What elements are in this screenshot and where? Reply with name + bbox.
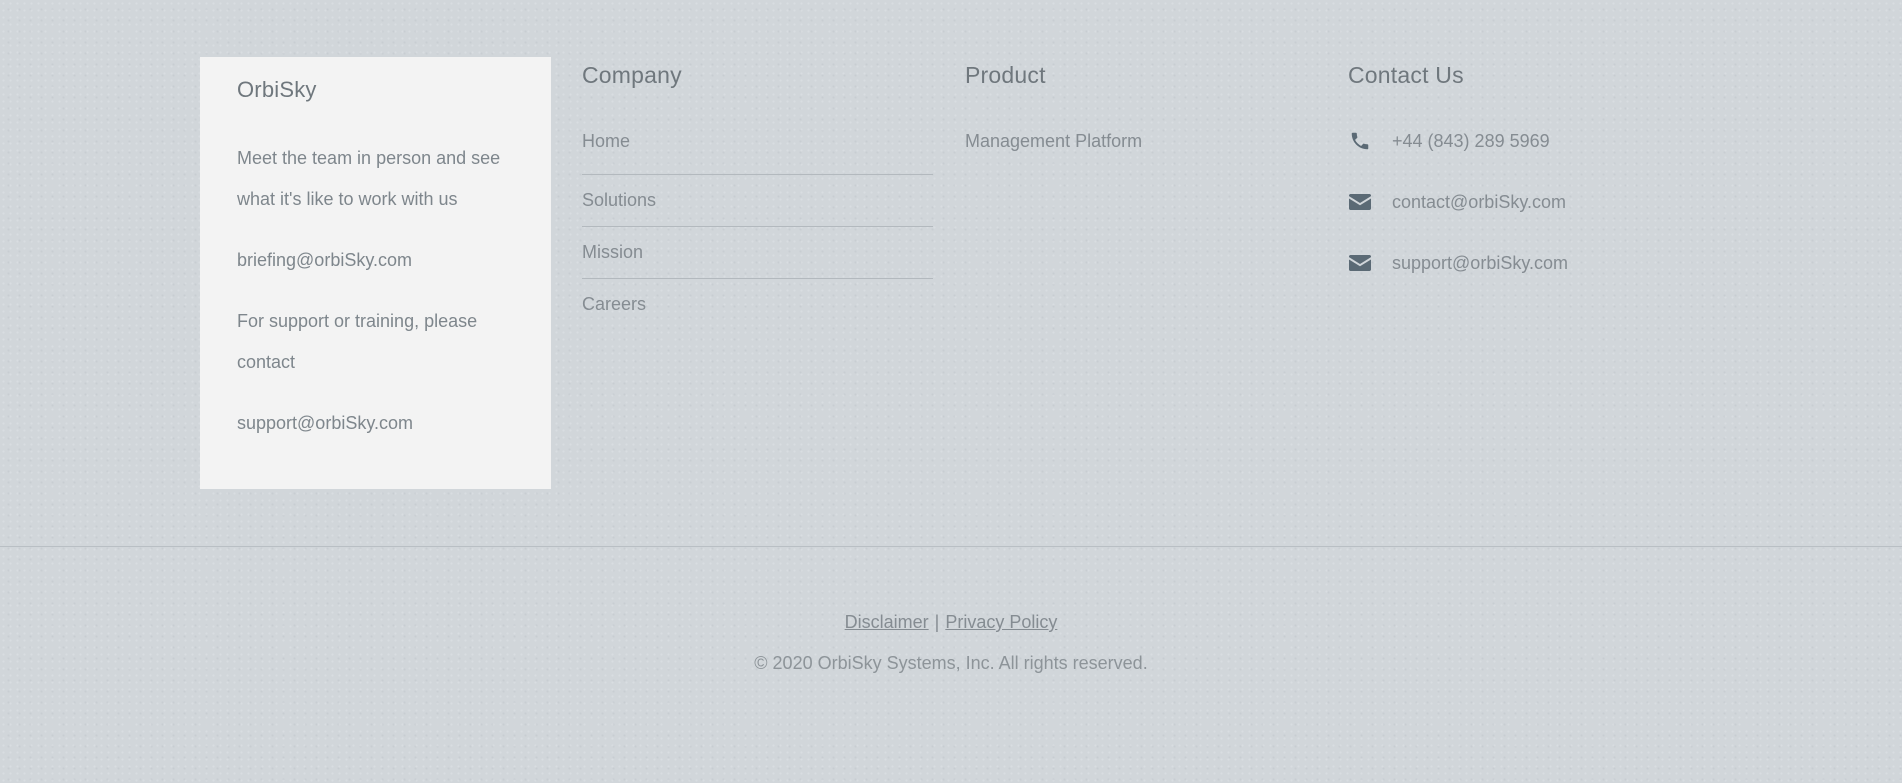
- contact-support-email-link[interactable]: support@orbiSky.com: [1392, 253, 1568, 274]
- contact-email-row: contact@orbiSky.com: [1348, 190, 1748, 214]
- product-column: Product Management Platform: [965, 62, 1316, 153]
- contact-column: Contact Us +44 (843) 289 5969 contact@or…: [1348, 62, 1748, 312]
- contact-phone-row: +44 (843) 289 5969: [1348, 129, 1748, 153]
- legal-separator: |: [934, 612, 940, 632]
- briefing-email-link[interactable]: briefing@orbiSky.com: [237, 240, 514, 281]
- envelope-icon: [1348, 190, 1372, 214]
- copyright-text: © 2020 OrbiSky Systems, Inc. All rights …: [754, 653, 1148, 673]
- contact-support-row: support@orbiSky.com: [1348, 251, 1748, 275]
- disclaimer-link[interactable]: Disclaimer: [845, 612, 929, 632]
- contact-email-link[interactable]: contact@orbiSky.com: [1392, 192, 1566, 213]
- footer-top: OrbiSky Meet the team in person and see …: [0, 0, 1902, 546]
- company-column: Company Home Solutions Mission Careers: [582, 62, 933, 331]
- company-nav-mission[interactable]: Mission: [582, 227, 933, 279]
- about-intro: Meet the team in person and see what it'…: [237, 148, 501, 209]
- legal-links: Disclaimer | Privacy Policy: [0, 610, 1902, 634]
- company-nav-home[interactable]: Home: [582, 123, 933, 175]
- support-email-link[interactable]: support@orbiSky.com: [237, 403, 514, 444]
- privacy-policy-link[interactable]: Privacy Policy: [945, 612, 1057, 632]
- phone-icon: [1348, 129, 1372, 153]
- envelope-icon: [1348, 251, 1372, 275]
- company-nav: Home Solutions Mission Careers: [582, 123, 933, 331]
- contact-title: Contact Us: [1348, 62, 1464, 88]
- product-management-platform-link[interactable]: Management Platform: [965, 129, 1316, 153]
- company-nav-careers[interactable]: Careers: [582, 279, 933, 331]
- support-text: For support or training, please contact: [237, 311, 478, 372]
- about-title: OrbiSky: [237, 77, 317, 102]
- contact-phone-link[interactable]: +44 (843) 289 5969: [1392, 131, 1550, 152]
- product-title: Product: [965, 62, 1046, 88]
- company-title: Company: [582, 62, 682, 88]
- footer-bottom: Disclaimer | Privacy Policy © 2020 OrbiSky…: [0, 547, 1902, 675]
- company-nav-solutions[interactable]: Solutions: [582, 175, 933, 227]
- about-card: OrbiSky Meet the team in person and see …: [200, 57, 551, 489]
